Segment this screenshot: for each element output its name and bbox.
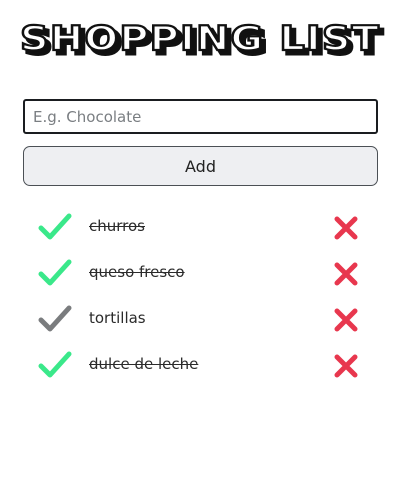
delete-icon[interactable] xyxy=(333,215,359,241)
delete-icon[interactable] xyxy=(333,353,359,379)
list-item: dulce de leche xyxy=(0,343,400,389)
title-text: SHOPPING LIST xyxy=(20,19,380,59)
check-icon[interactable] xyxy=(38,212,72,242)
item-label: dulce de leche xyxy=(89,355,199,373)
page-title: SHOPPING LIST SHOPPING LIST xyxy=(0,14,400,66)
check-icon[interactable] xyxy=(38,258,72,288)
list-item: queso fresco xyxy=(0,251,400,297)
shopping-list: churros queso fresco tortillas dulce de lec… xyxy=(0,205,400,389)
add-button[interactable]: Add xyxy=(23,146,378,186)
check-icon[interactable] xyxy=(38,350,72,380)
item-label: tortillas xyxy=(89,309,146,327)
list-item: churros xyxy=(0,205,400,251)
delete-icon[interactable] xyxy=(333,307,359,333)
check-icon[interactable] xyxy=(38,304,72,334)
item-label: churros xyxy=(89,217,145,235)
item-input[interactable] xyxy=(23,99,378,134)
title-graphic: SHOPPING LIST SHOPPING LIST xyxy=(19,18,385,65)
list-item: tortillas xyxy=(0,297,400,343)
item-label: queso fresco xyxy=(89,263,185,281)
delete-icon[interactable] xyxy=(333,261,359,287)
